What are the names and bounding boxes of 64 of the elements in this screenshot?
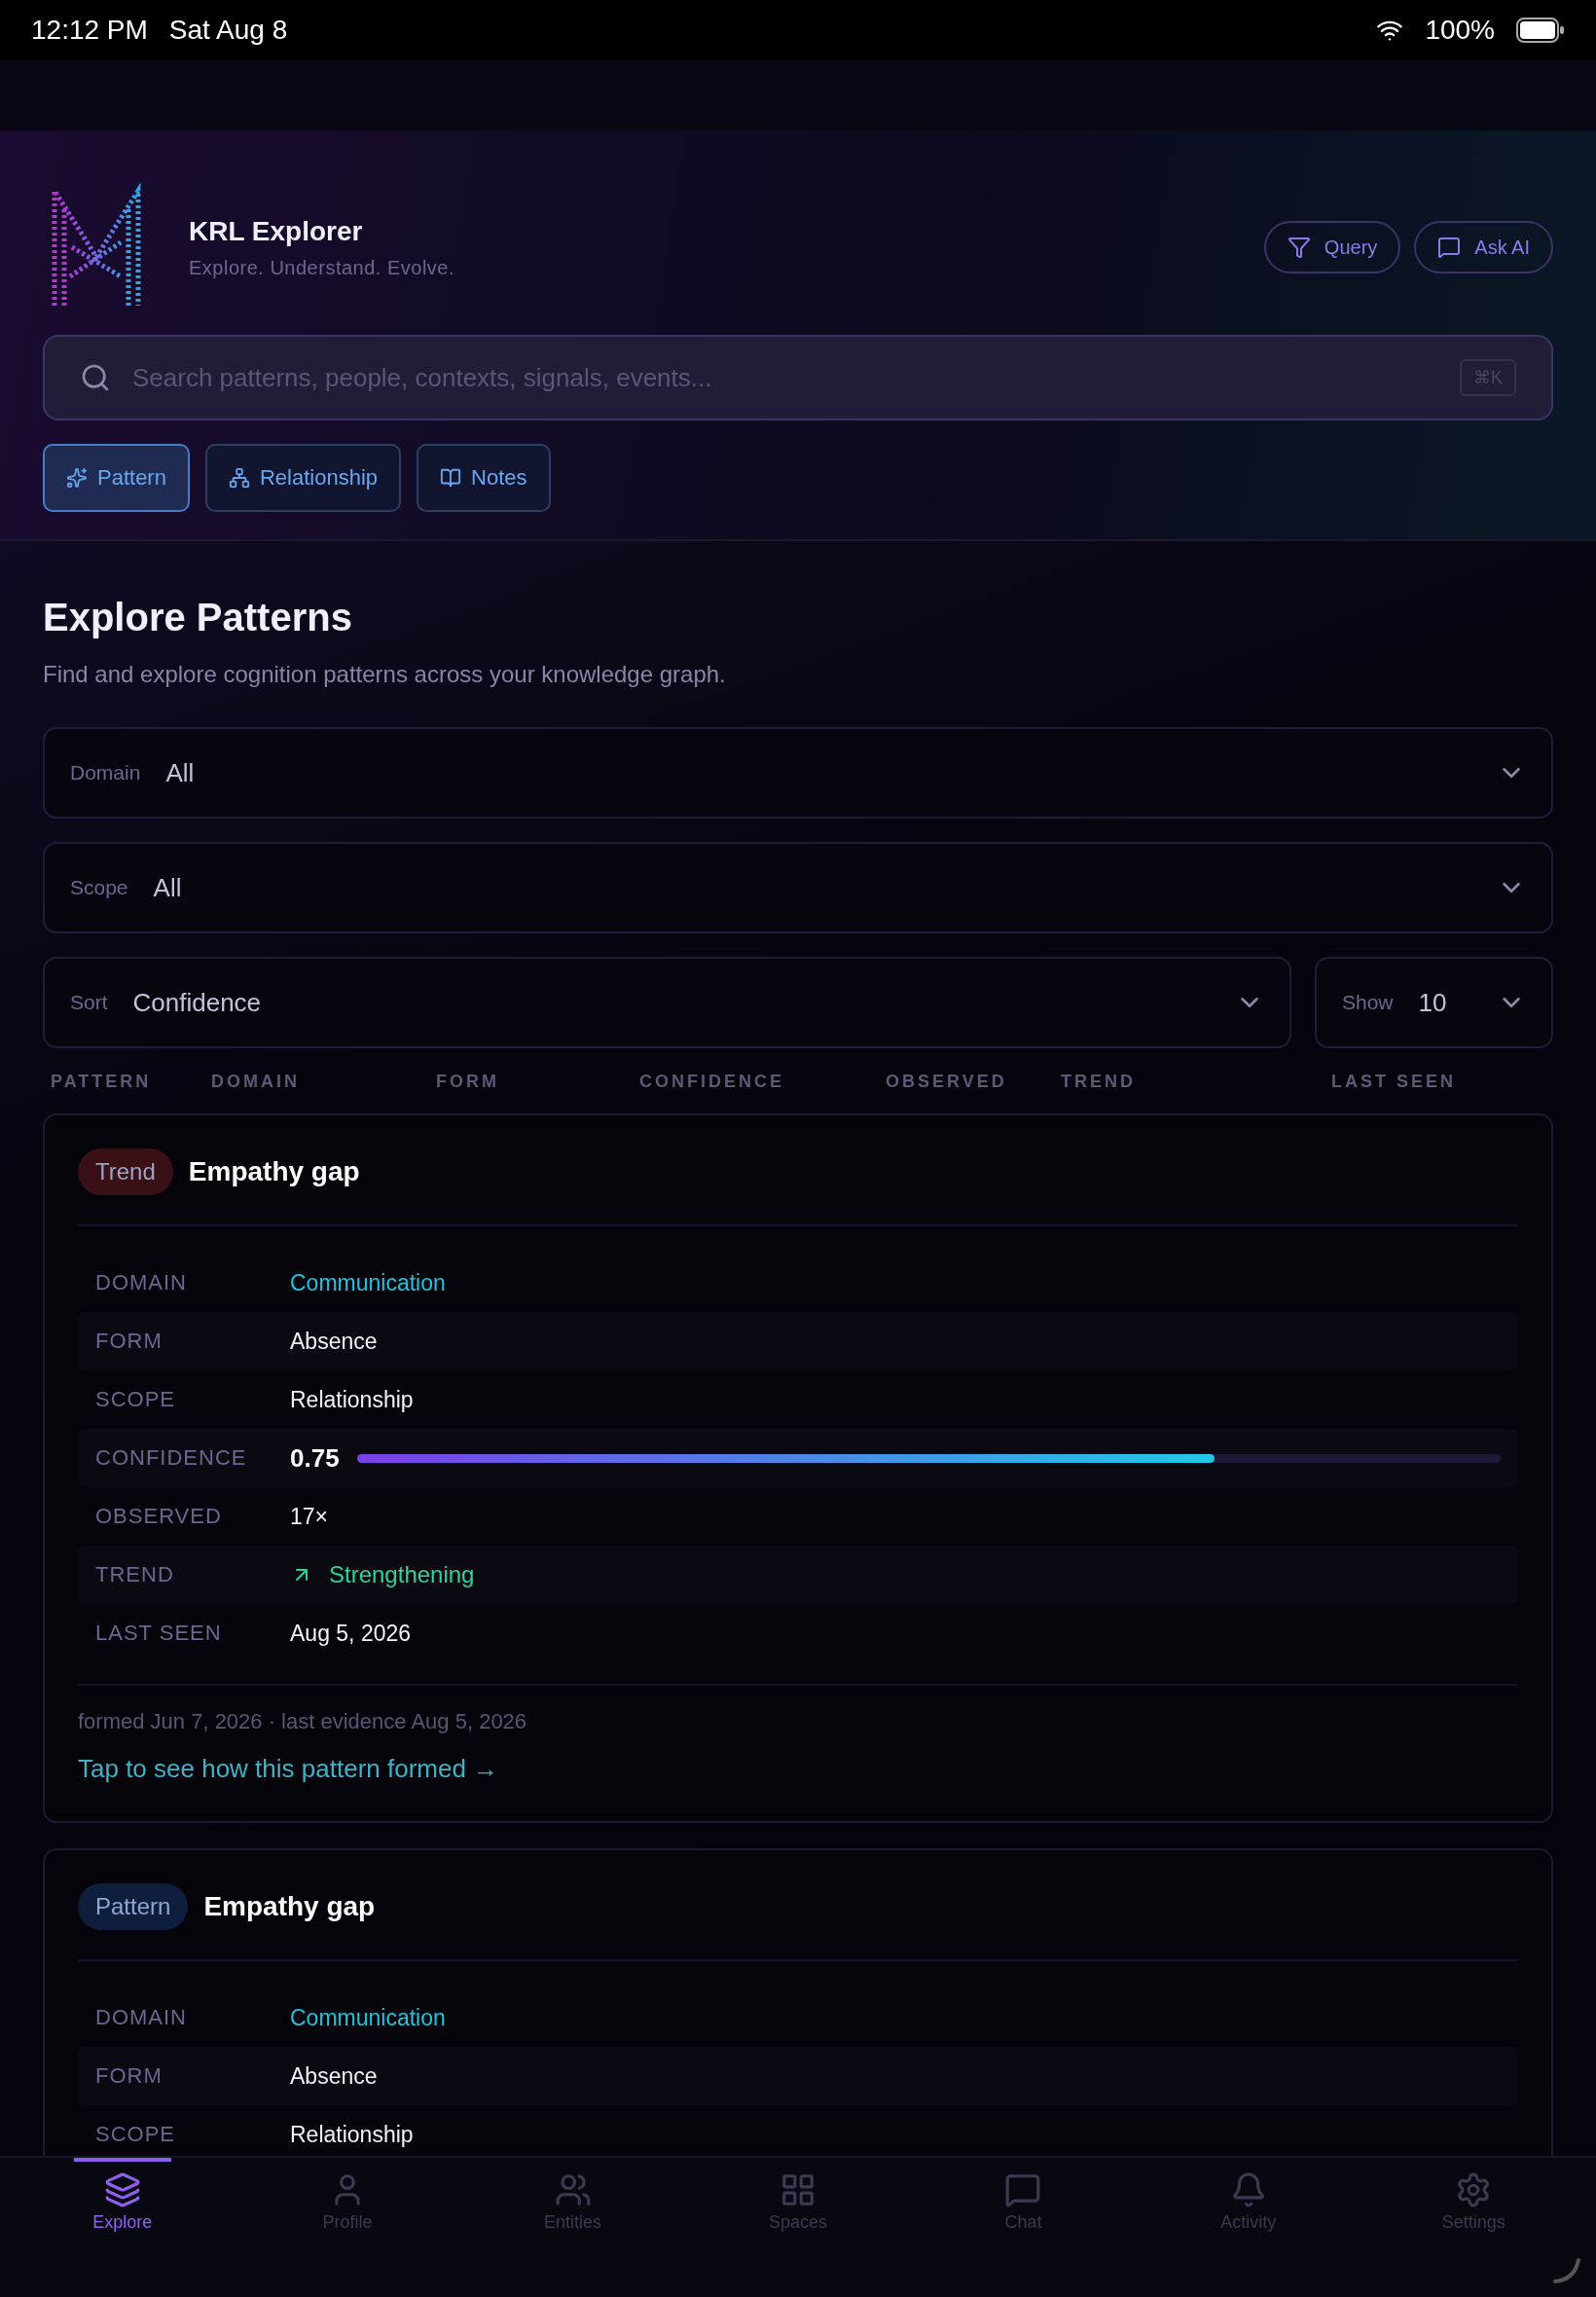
header-action-button[interactable]: Query: [1263, 221, 1401, 273]
detail-label: TREND: [95, 1562, 175, 1587]
app-tagline: Explore. Understand. Evolve.: [189, 256, 455, 279]
detail-label: SCOPE: [95, 2122, 177, 2147]
app-title: KRL Explorer: [189, 215, 364, 247]
detail-label: SCOPE: [95, 1387, 177, 1412]
evidence-note: formed Jun 7, 2026 · last evidence Aug 5, 2026: [78, 1709, 528, 1734]
column-header: OBSERVED: [886, 1072, 1008, 1092]
confidence-value: 0.75: [290, 1442, 340, 1474]
column-header: CONFIDENCE: [639, 1072, 785, 1092]
detail-value: Relationship: [290, 2121, 415, 2148]
section-title: Explore Patterns: [43, 596, 353, 639]
detail-label: LAST SEEN: [95, 1621, 223, 1646]
detail-label: DOMAIN: [95, 2005, 188, 2030]
search-input[interactable]: Search patterns, people, contexts, signals, events...: [130, 361, 1440, 394]
status-date: Sat Aug 8: [168, 15, 288, 46]
detail-value: Absence: [290, 2062, 379, 2090]
hierarchy-icon: [228, 467, 250, 489]
detail-label: DOMAIN: [95, 1270, 188, 1295]
book-icon: [440, 467, 461, 489]
mode-tab[interactable]: Pattern: [43, 444, 190, 512]
tab-bar-item[interactable]: Explore: [73, 2158, 171, 2297]
detail-label: FORM: [95, 1329, 163, 1354]
filter-dropdown[interactable]: Show 10: [1315, 957, 1553, 1048]
grid-icon: [780, 2171, 816, 2208]
sparkles-icon: [66, 467, 88, 489]
column-header: TREND: [1061, 1072, 1137, 1092]
formation-link[interactable]: Tap to see how this pattern formed →: [78, 1754, 499, 1784]
header-action-button[interactable]: Ask AI: [1414, 221, 1553, 273]
layers-icon: [103, 2171, 141, 2208]
chat-bubble-icon: [1004, 2171, 1042, 2208]
detail-value: Communication: [290, 2004, 447, 2031]
detail-label: CONFIDENCE: [95, 1445, 248, 1471]
column-header: PATTERN: [51, 1072, 153, 1092]
status-time: 12:12 PM: [31, 15, 148, 46]
filter-dropdown[interactable]: Domain All: [43, 727, 1553, 819]
pattern-title: Empathy gap: [188, 1156, 360, 1187]
detail-value: Communication: [290, 1269, 447, 1296]
type-badge: Trend: [78, 1148, 173, 1195]
pattern-card[interactable]: [43, 1113, 1553, 1823]
column-header: DOMAIN: [211, 1072, 301, 1092]
chat-bubble-icon: [1437, 236, 1462, 259]
detail-label: FORM: [95, 2063, 163, 2089]
pattern-title: Empathy gap: [203, 1891, 376, 1922]
people-icon: [554, 2171, 592, 2208]
battery-icon: [1516, 18, 1565, 43]
trend-value: Strengthening: [329, 1561, 475, 1588]
detail-value: 17×: [290, 1503, 329, 1530]
search-icon: [80, 362, 111, 393]
battery-percent: 100%: [1425, 15, 1495, 46]
column-header: FORM: [436, 1072, 500, 1092]
mode-tab[interactable]: Notes: [417, 444, 551, 512]
type-badge: Pattern: [78, 1883, 189, 1930]
detail-value: Relationship: [290, 1386, 415, 1413]
filter-icon: [1287, 236, 1311, 259]
mode-tab[interactable]: Relationship: [204, 444, 401, 512]
filter-dropdown[interactable]: Scope All: [43, 842, 1553, 933]
detail-value: Aug 5, 2026: [290, 1620, 413, 1647]
pattern-card[interactable]: Pattern Empathy gap DOMAIN Communication FORM Absence SCOPE Relationship: [43, 1848, 1553, 2156]
column-header: LAST SEEN: [1331, 1072, 1457, 1092]
section-description: Find and explore cognition patterns across your knowledge graph.: [43, 661, 727, 688]
detail-label: OBSERVED: [95, 1504, 223, 1529]
detail-value: Absence: [290, 1328, 379, 1355]
filter-dropdown[interactable]: Sort Confidence: [43, 957, 1291, 1048]
